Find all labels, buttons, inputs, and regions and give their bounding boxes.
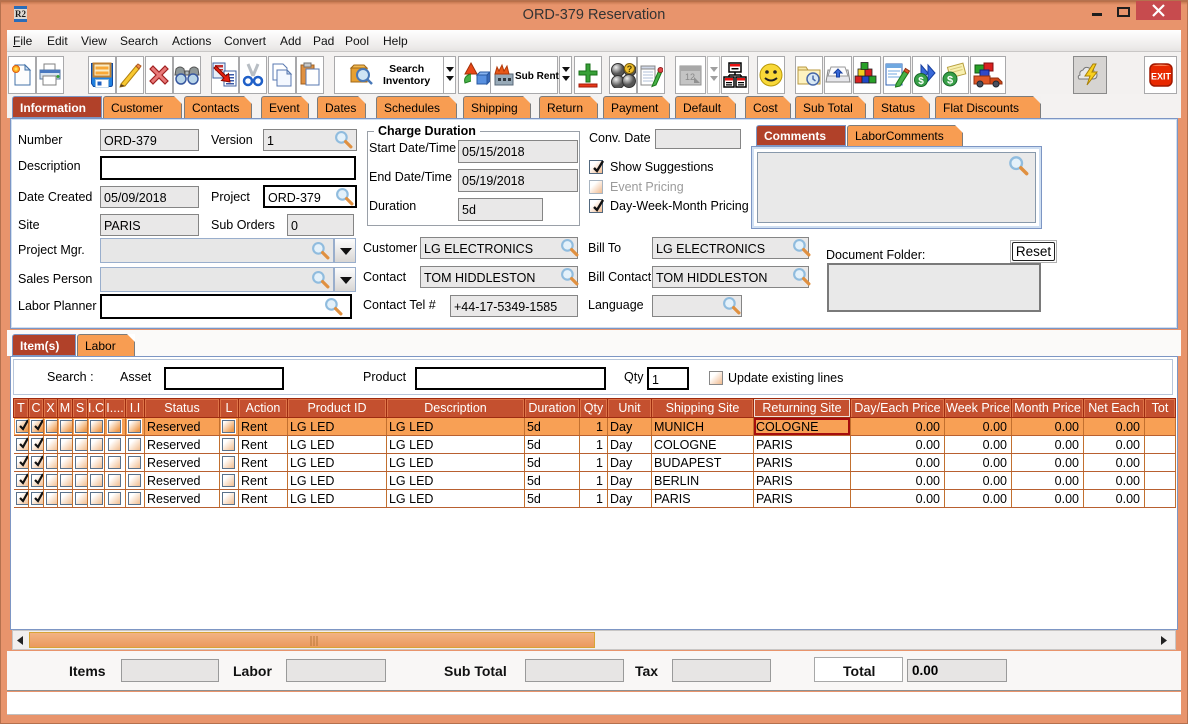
svg-text:12: 12 — [684, 72, 694, 82]
svg-text:$: $ — [947, 75, 953, 87]
svg-text:?: ? — [627, 64, 633, 74]
svg-text:$: $ — [918, 76, 924, 87]
svg-text:EXIT: EXIT — [1150, 72, 1171, 82]
